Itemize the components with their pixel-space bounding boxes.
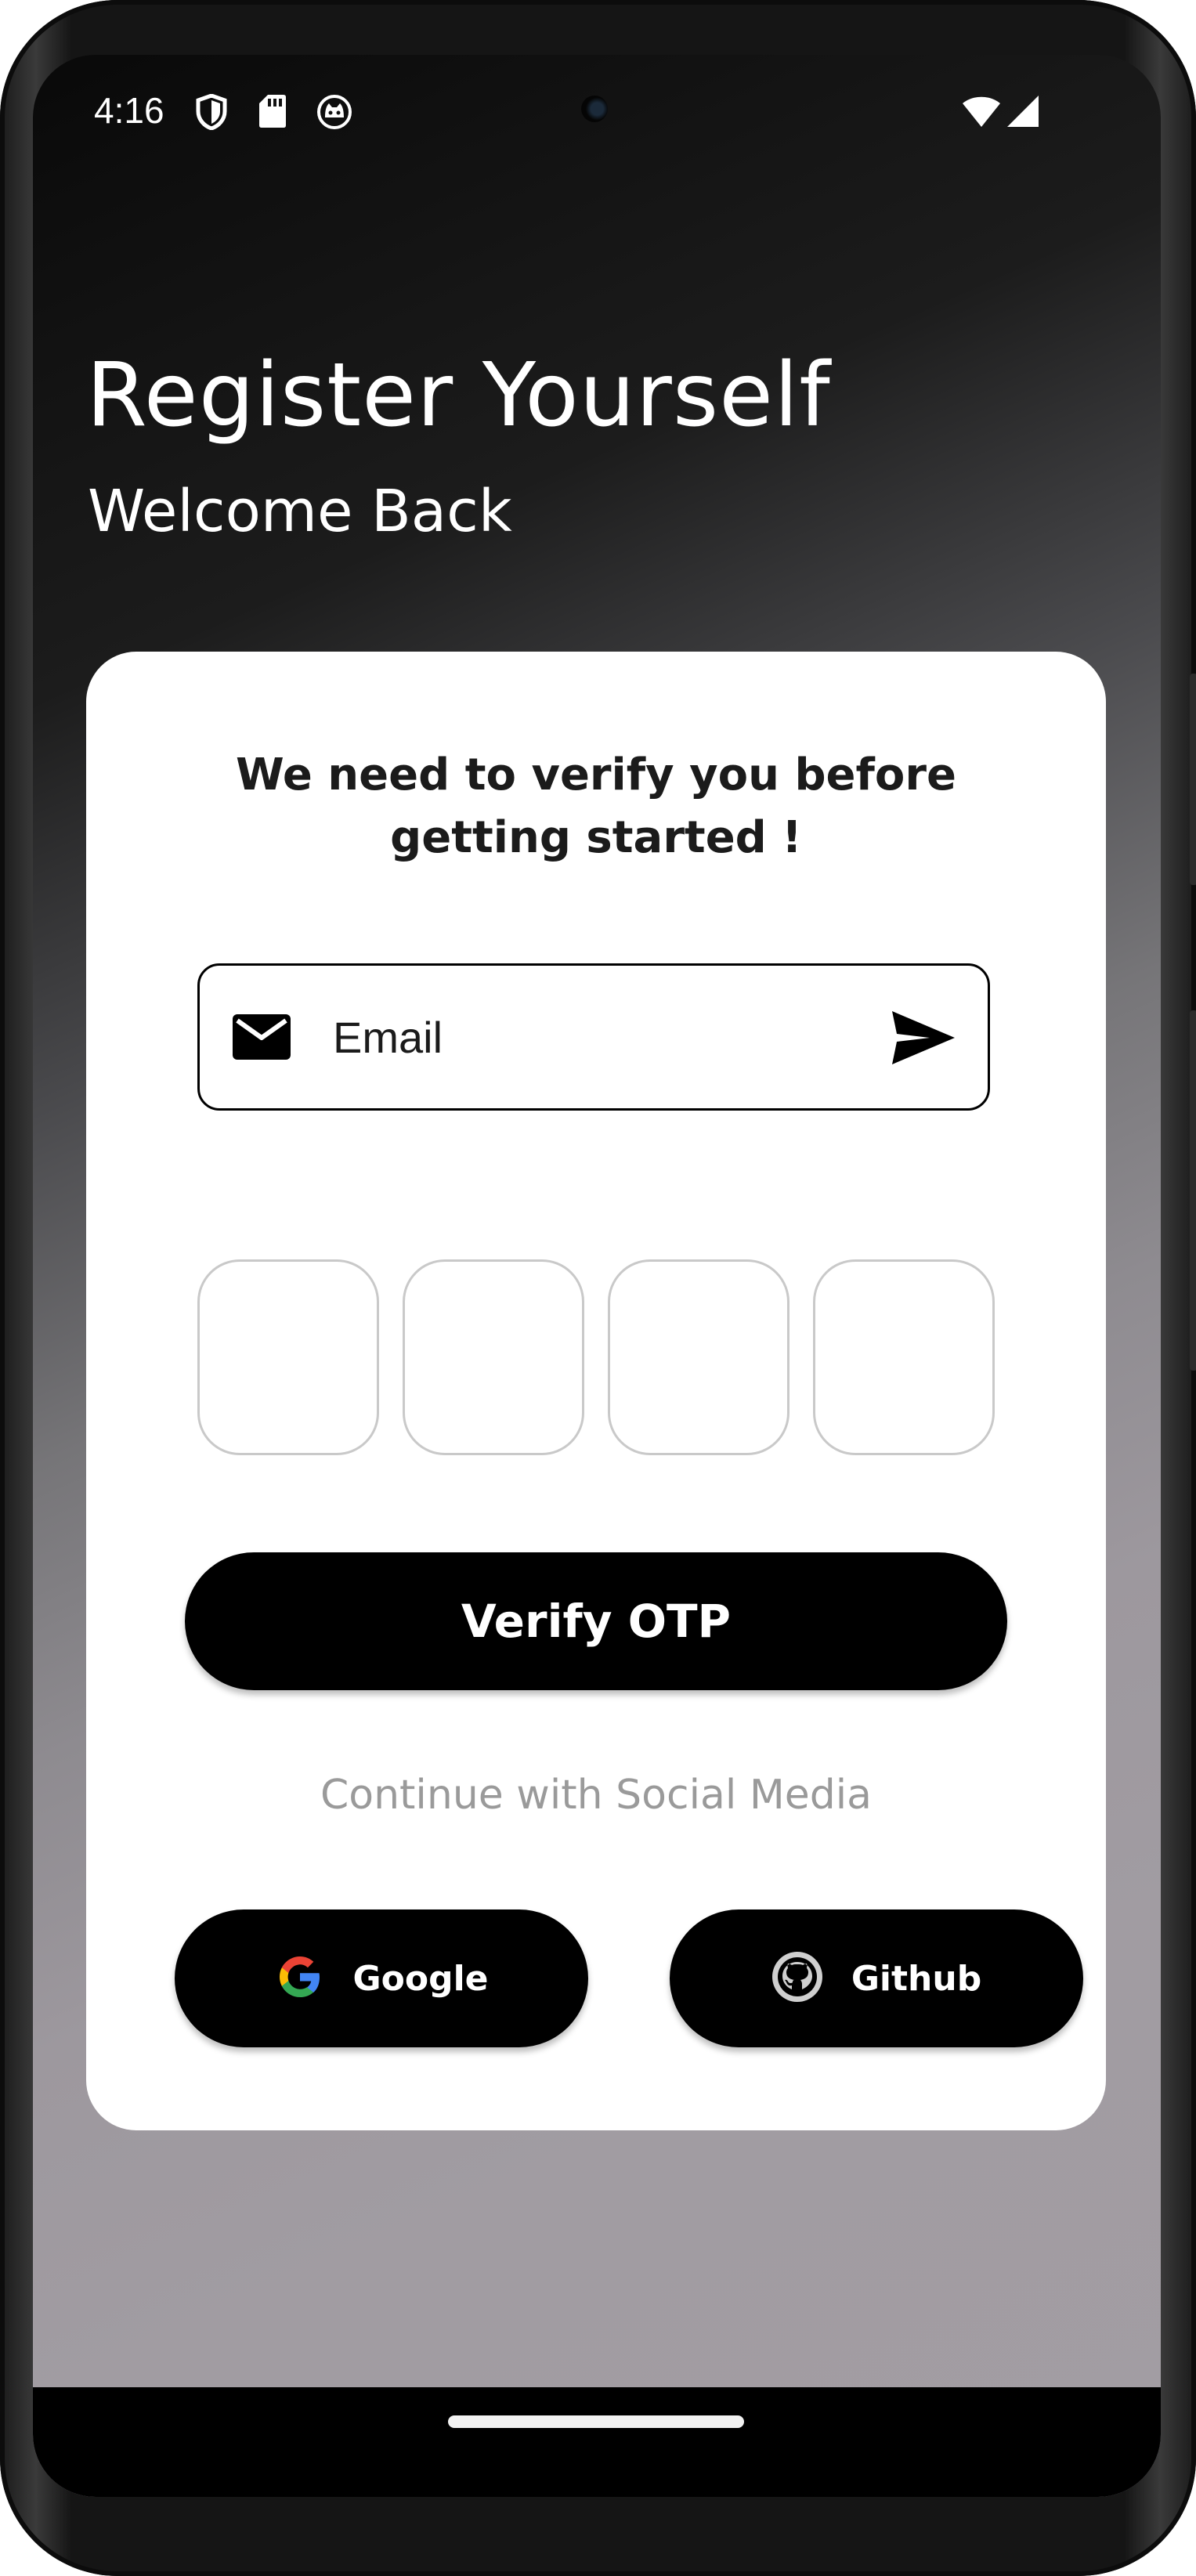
screen: 4:16 Register Yourself Welcome Back We n…: [33, 55, 1161, 2497]
otp-digit-2[interactable]: [403, 1259, 584, 1455]
otp-digit-4[interactable]: [813, 1259, 995, 1455]
front-camera: [581, 96, 608, 122]
navigation-bar: [33, 2387, 1161, 2497]
status-bar: 4:16: [33, 55, 1161, 172]
otp-digit-1[interactable]: [197, 1259, 379, 1455]
page-title: Register Yourself: [86, 345, 831, 446]
sd-card-icon: [258, 94, 287, 132]
github-icon: [771, 1951, 823, 2006]
verify-otp-label: Verify OTP: [461, 1595, 732, 1648]
email-field[interactable]: [197, 963, 990, 1111]
page-subtitle: Welcome Back: [88, 478, 512, 545]
cellular-signal-icon: [1006, 94, 1040, 132]
cat-face-icon: [316, 94, 352, 133]
status-time: 4:16: [94, 90, 164, 131]
google-icon: [275, 1952, 325, 2005]
github-login-button[interactable]: Github: [670, 1909, 1083, 2047]
mail-icon: [233, 1014, 291, 1063]
email-input[interactable]: [331, 997, 836, 1077]
power-button: [1190, 1010, 1196, 1371]
phone-frame: 4:16 Register Yourself Welcome Back We n…: [0, 0, 1196, 2576]
wifi-icon: [962, 94, 1001, 132]
home-indicator[interactable]: [448, 2415, 744, 2428]
verify-otp-button[interactable]: Verify OTP: [185, 1552, 1007, 1690]
social-media-caption: Continue with Social Media: [320, 1772, 873, 1819]
verification-card: We need to verify you before getting sta…: [86, 652, 1106, 2130]
google-label: Google: [352, 1958, 489, 1999]
google-login-button[interactable]: Google: [175, 1909, 588, 2047]
card-title: We need to verify you before getting sta…: [236, 750, 956, 863]
send-icon[interactable]: [891, 1010, 956, 1066]
volume-button: [1190, 674, 1196, 885]
github-label: Github: [851, 1958, 982, 1999]
shield-icon: [196, 93, 227, 133]
otp-digit-3[interactable]: [608, 1259, 790, 1455]
